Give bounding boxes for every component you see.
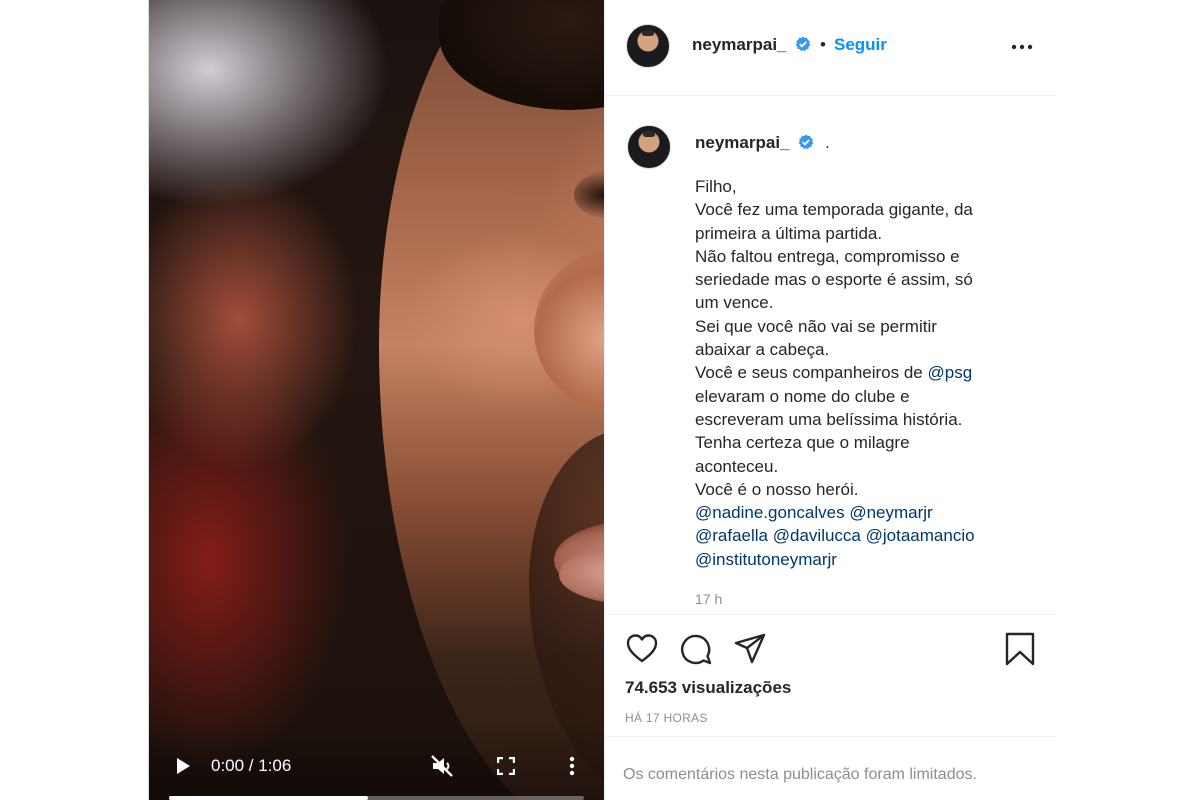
like-button[interactable] bbox=[625, 632, 659, 666]
comment-button[interactable] bbox=[679, 632, 713, 666]
muted-speaker-icon bbox=[431, 755, 453, 777]
caption-text-segment: elevaram o nome do clube e bbox=[695, 386, 910, 406]
caption-text-segment: abaixar a cabeça. bbox=[695, 340, 830, 360]
follow-button[interactable]: Seguir bbox=[834, 35, 887, 55]
caption-trailing-dot: . bbox=[824, 133, 830, 152]
post-header: neymarpai_ • Seguir bbox=[605, 0, 1055, 96]
caption-text-segment: escreveram uma belíssima história. bbox=[695, 409, 963, 429]
video-progress-bar[interactable] bbox=[169, 796, 584, 800]
save-button[interactable] bbox=[1003, 632, 1037, 666]
video-timecode: 0:00 / 1:06 bbox=[211, 756, 292, 775]
action-bar bbox=[605, 616, 1055, 680]
fullscreen-button[interactable] bbox=[494, 754, 518, 778]
caption-line: Sei que você não vai se permitir bbox=[695, 315, 1025, 338]
caption-text-segment: aconteceu. bbox=[695, 456, 779, 476]
video-controls: 0:00 / 1:06 bbox=[149, 720, 604, 800]
caption-line: abaixar a cabeça. bbox=[695, 338, 1025, 361]
header-separator: • bbox=[820, 35, 826, 54]
mention-link[interactable]: @jotaamancio bbox=[866, 526, 975, 545]
caption-text-segment: Não faltou entrega, compromisso e bbox=[695, 246, 960, 266]
video-frame[interactable] bbox=[149, 0, 604, 800]
caption-text-segment: Filho, bbox=[695, 177, 737, 196]
video-player[interactable]: 0:00 / 1:06 bbox=[149, 0, 604, 800]
post-side-panel: neymarpai_ • Seguir neymarpai_ . Filho, … bbox=[604, 0, 1055, 800]
caption-line: @institutoneymarjr bbox=[695, 548, 1025, 571]
caption-text-segment: seriedade mas o esporte é assim, só bbox=[695, 270, 973, 290]
heart-icon bbox=[626, 634, 658, 663]
caption-line: Filho, bbox=[695, 175, 1025, 198]
caption-line: Você e seus companheiros de @psg bbox=[695, 361, 1025, 384]
mention-link[interactable]: @nadine.goncalves bbox=[695, 503, 845, 522]
views-number: 74.653 bbox=[625, 678, 677, 697]
caption-line: Você fez uma temporada gigante, da bbox=[695, 198, 1025, 221]
caption-text-segment: Sei que você não vai se permitir bbox=[695, 316, 937, 336]
play-icon bbox=[177, 758, 190, 774]
more-vertical-icon bbox=[569, 756, 575, 776]
views-count[interactable]: 74.653 visualizações bbox=[625, 678, 791, 698]
caption-line: Você é o nosso herói. bbox=[695, 478, 1025, 501]
mute-button[interactable] bbox=[429, 754, 457, 778]
share-button[interactable] bbox=[733, 632, 767, 666]
caption-author-avatar[interactable] bbox=[627, 125, 671, 169]
verified-badge-icon bbox=[798, 134, 814, 150]
caption-line: aconteceu. bbox=[695, 455, 1025, 478]
mention-link[interactable]: @psg bbox=[927, 363, 972, 382]
post-options-button[interactable] bbox=[1010, 36, 1034, 58]
caption-text: Filho, Você fez uma temporada gigante, da… bbox=[695, 175, 1025, 571]
caption-timestamp[interactable]: 17 h bbox=[695, 591, 722, 607]
instagram-post: 0:00 / 1:06 neymarpai_ • Seguir neymarpa… bbox=[148, 0, 1055, 800]
video-more-button[interactable] bbox=[560, 754, 584, 778]
post-time-ago[interactable]: HÁ 17 HORAS bbox=[625, 711, 708, 725]
caption-line: seriedade mas o esporte é assim, só bbox=[695, 268, 1025, 291]
mention-link[interactable]: @institutoneymarjr bbox=[695, 550, 837, 569]
caption-line: @nadine.goncalves @neymarjr bbox=[695, 501, 1025, 524]
bookmark-icon bbox=[1005, 632, 1035, 666]
caption-text-segment: Você fez uma temporada gigante, da bbox=[695, 200, 973, 220]
caption-text-segment: primeira a última partida. bbox=[695, 223, 883, 243]
mention-link[interactable]: @davilucca bbox=[773, 526, 861, 545]
caption-line: Tenha certeza que o milagre bbox=[695, 431, 1025, 454]
caption-line: primeira a última partida. bbox=[695, 222, 1025, 245]
video-progress-fill bbox=[169, 796, 369, 800]
author-username[interactable]: neymarpai_ bbox=[692, 35, 787, 54]
comments-bar: Os comentários nesta publicação foram li… bbox=[605, 736, 1055, 800]
verified-badge-icon bbox=[795, 36, 811, 52]
caption-username[interactable]: neymarpai_ bbox=[695, 133, 790, 152]
caption-section: neymarpai_ . Filho, Você fez uma temporad… bbox=[605, 97, 1055, 615]
caption-line: elevaram o nome do clube e bbox=[695, 385, 1025, 408]
fullscreen-icon bbox=[497, 757, 515, 775]
comment-icon bbox=[680, 634, 712, 665]
caption-text-segment: um vence. bbox=[695, 293, 774, 313]
mention-link[interactable]: @rafaella bbox=[695, 526, 768, 545]
caption-line: Não faltou entrega, compromisso e bbox=[695, 245, 1025, 268]
caption-text-segment: Você e seus companheiros de bbox=[695, 363, 928, 383]
more-icon bbox=[1011, 44, 1033, 50]
caption-line: um vence. bbox=[695, 291, 1025, 314]
caption-text-segment: Tenha certeza que o milagre bbox=[695, 433, 910, 453]
mention-link[interactable]: @neymarjr bbox=[849, 503, 932, 522]
paper-plane-icon bbox=[734, 633, 766, 664]
play-button[interactable] bbox=[171, 754, 195, 778]
views-label: visualizações bbox=[681, 678, 792, 697]
caption-line: escreveram uma belíssima história. bbox=[695, 408, 1025, 431]
author-avatar[interactable] bbox=[626, 24, 670, 68]
caption-text-segment: Você é o nosso herói. bbox=[695, 479, 859, 499]
comments-limited-notice: Os comentários nesta publicação foram li… bbox=[623, 766, 977, 783]
caption-line: @rafaella @davilucca @jotaamancio bbox=[695, 524, 1025, 547]
